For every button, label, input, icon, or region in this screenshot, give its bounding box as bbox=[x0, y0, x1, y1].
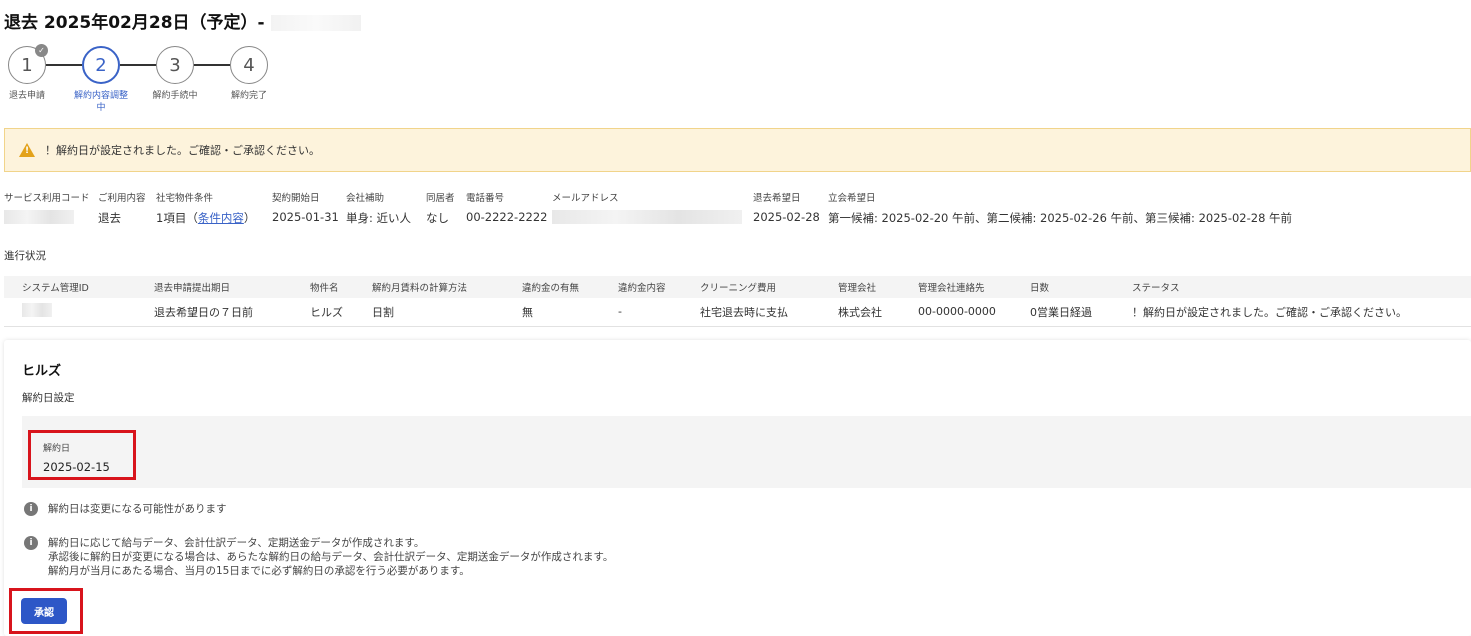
column-header: システム管理ID bbox=[4, 276, 136, 298]
approve-button[interactable]: 承認 bbox=[21, 598, 67, 624]
approve-highlight: 承認 bbox=[9, 588, 83, 634]
note-2: i 解約日に応じて給与データ、会計仕訳データ、定期送金データが作成されます。 承… bbox=[24, 536, 613, 578]
step-2-label: 解約内容調整中 bbox=[73, 91, 128, 113]
step-1: 1 ✓ bbox=[8, 44, 48, 84]
table-cell: 無 bbox=[504, 298, 600, 327]
column-header: 退去申請提出期日 bbox=[136, 276, 292, 298]
redacted-value bbox=[552, 210, 742, 224]
info-property-conditions: 社宅物件条件 1項目（条件内容） bbox=[156, 193, 256, 225]
section-title: 解約日設定 bbox=[22, 392, 75, 404]
table-cell: 退去希望日の７日前 bbox=[136, 298, 292, 327]
info-cohabitant: 同居者 なし bbox=[426, 193, 455, 225]
column-header: 解約月賃料の計算方法 bbox=[354, 276, 504, 298]
redacted-text bbox=[270, 15, 361, 31]
step-connector bbox=[120, 64, 156, 66]
table-cell: ！解約日が設定されました。ご確認・ご承認ください。 bbox=[1114, 298, 1471, 327]
step-3-label: 解約手続中 bbox=[152, 91, 198, 101]
date-panel: 解約日 2025-02-15 bbox=[22, 416, 1471, 488]
property-name: ヒルズ bbox=[22, 364, 62, 379]
cancel-date-field: 解約日 2025-02-15 bbox=[28, 430, 136, 480]
alert-banner: ! ！解約日が設定されました。ご確認・ご承認ください。 bbox=[4, 128, 1471, 172]
check-icon: ✓ bbox=[35, 44, 48, 57]
column-header: 違約金の有無 bbox=[504, 276, 600, 298]
step-connector bbox=[194, 64, 230, 66]
table-header-row: システム管理ID 退去申請提出期日 物件名 解約月賃料の計算方法 違約金の有無 … bbox=[4, 276, 1471, 298]
table-cell: 株式会社 bbox=[820, 298, 900, 327]
info-icon: i bbox=[24, 536, 38, 550]
cancellation-card: ヒルズ 解約日設定 解約日 2025-02-15 i 解約日は変更になる可能性が… bbox=[4, 340, 1471, 636]
info-phone: 電話番号 00-2222-2222 bbox=[466, 193, 548, 224]
step-2: 2 bbox=[82, 46, 120, 84]
table-cell bbox=[4, 298, 136, 327]
column-header: ステータス bbox=[1114, 276, 1471, 298]
step-4-label: 解約完了 bbox=[230, 91, 267, 101]
table-cell: 社宅退去時に支払 bbox=[682, 298, 820, 327]
table-cell: ヒルズ bbox=[292, 298, 354, 327]
table-cell: 0営業日経過 bbox=[1012, 298, 1114, 327]
info-service-code: サービス利用コード bbox=[4, 190, 90, 227]
step-connector bbox=[46, 64, 82, 66]
step-4: 4 bbox=[230, 46, 268, 84]
info-usage: ご利用内容 退去 bbox=[98, 193, 146, 225]
column-header: 物件名 bbox=[292, 276, 354, 298]
application-info: サービス利用コード ご利用内容 退去 社宅物件条件 1項目（条件内容） 契約開始… bbox=[0, 190, 1471, 230]
note-1: i 解約日は変更になる可能性があります bbox=[24, 502, 227, 516]
table-row: 退去希望日の７日前 ヒルズ 日割 無 - 社宅退去時に支払 株式会社 00-00… bbox=[4, 298, 1471, 327]
redacted-value bbox=[22, 303, 52, 318]
step-3: 3 bbox=[156, 46, 194, 84]
table-cell: 00-0000-0000 bbox=[900, 298, 1012, 327]
column-header: クリーニング費用 bbox=[682, 276, 820, 298]
info-subsidy: 会社補助 単身: 近い人 bbox=[346, 193, 412, 225]
page-title: 退去 2025年02月28日（予定）- bbox=[4, 8, 361, 33]
step-1-label: 退去申請 bbox=[8, 91, 45, 101]
column-header: 違約金内容 bbox=[600, 276, 682, 298]
progress-stepper: 1 ✓ 2 3 4 退去申請 解約内容調整中 解約手続中 解約完了 bbox=[8, 44, 278, 118]
alert-text: ！解約日が設定されました。ご確認・ご承認ください。 bbox=[45, 144, 320, 157]
info-contract-start: 契約開始日 2025-01-31 bbox=[272, 193, 339, 224]
info-attendance-date: 立会希望日 第一候補: 2025-02-20 午前、第二候補: 2025-02-… bbox=[828, 193, 1293, 225]
conditions-link[interactable]: 条件内容 bbox=[198, 211, 244, 225]
table-cell: - bbox=[600, 298, 682, 327]
info-icon: i bbox=[24, 502, 38, 516]
column-header: 日数 bbox=[1012, 276, 1114, 298]
column-header: 管理会社連絡先 bbox=[900, 276, 1012, 298]
table-cell: 日割 bbox=[354, 298, 504, 327]
cancel-date-label: 解約日 bbox=[43, 444, 71, 454]
column-header: 管理会社 bbox=[820, 276, 900, 298]
redacted-value bbox=[4, 210, 74, 224]
progress-table: システム管理ID 退去申請提出期日 物件名 解約月賃料の計算方法 違約金の有無 … bbox=[4, 276, 1471, 327]
info-email: メールアドレス bbox=[552, 190, 742, 227]
warning-icon: ! bbox=[19, 143, 35, 157]
info-move-out-date: 退去希望日 2025-02-28 bbox=[753, 193, 820, 224]
progress-section-label: 進行状況 bbox=[4, 250, 46, 262]
cancel-date-value: 2025-02-15 bbox=[43, 460, 110, 474]
